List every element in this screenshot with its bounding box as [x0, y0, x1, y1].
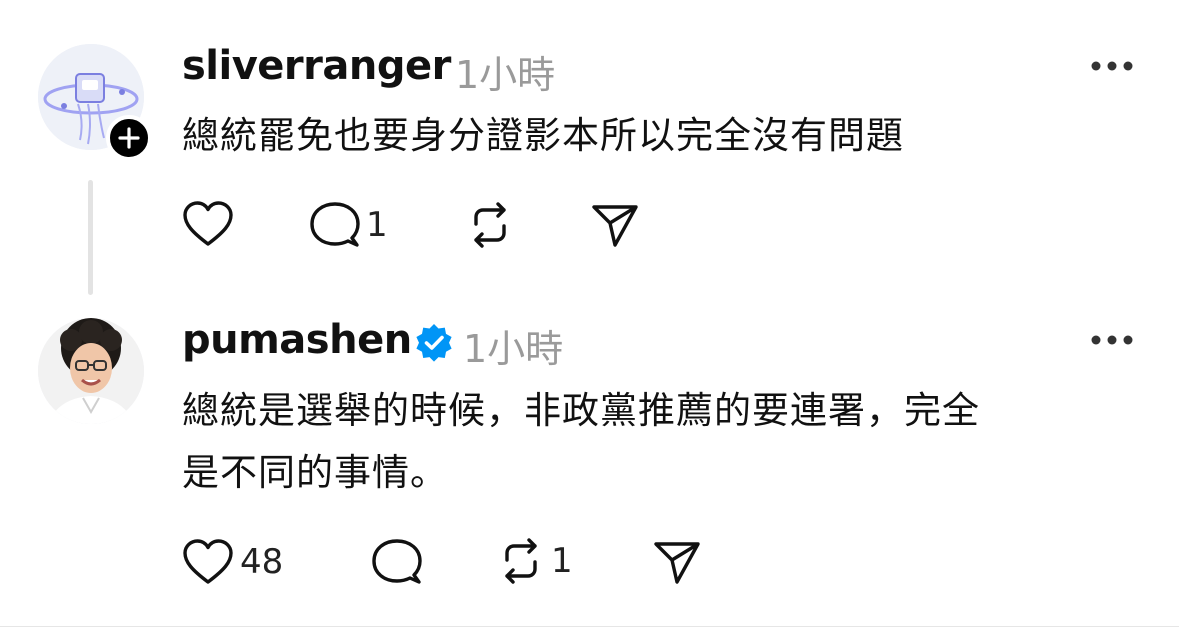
repost-button[interactable] [466, 200, 520, 250]
username[interactable]: pumashen [182, 317, 412, 363]
reply-button[interactable]: 1 [308, 201, 388, 249]
post-text: 總統罷免也要身分證影本所以完全沒有問題 [182, 114, 904, 157]
post-text-line-2: 是不同的事情。 [182, 451, 448, 494]
share-button[interactable] [590, 201, 640, 249]
share-icon [654, 542, 700, 584]
more-icon[interactable] [1090, 60, 1134, 72]
share-icon [592, 205, 638, 247]
repost-button[interactable]: 1 [497, 536, 573, 586]
reply-button[interactable] [370, 538, 428, 586]
thread-line [88, 180, 93, 295]
divider [0, 626, 1179, 627]
verified-icon [416, 324, 452, 362]
comment-icon [310, 202, 360, 247]
like-button[interactable]: 48 [182, 538, 283, 586]
avatar-image [38, 318, 144, 424]
comment-icon [372, 539, 422, 584]
repost-icon [505, 538, 537, 584]
heart-icon [183, 539, 233, 584]
follow-plus-button[interactable] [106, 115, 152, 161]
share-button[interactable] [652, 538, 702, 586]
reply-count: 1 [366, 205, 388, 245]
avatar[interactable] [38, 318, 144, 424]
reply-post-2: pumashen 1小時 總統是選舉的時候，非政黨推薦的要連署，完全 是不同的事… [0, 300, 1179, 626]
timestamp: 1小時 [463, 327, 564, 371]
heart-icon [183, 201, 233, 246]
like-button[interactable] [182, 200, 240, 248]
username[interactable]: sliverranger [182, 43, 451, 89]
reply-post-1: sliverranger 1小時 總統罷免也要身分證影本所以完全沒有問題 1 [0, 0, 1179, 300]
like-count: 48 [240, 542, 284, 582]
post-text-line-1: 總統是選舉的時候，非政黨推薦的要連署，完全 [182, 389, 980, 432]
plus-icon [118, 127, 140, 149]
timestamp: 1小時 [455, 53, 556, 97]
more-icon[interactable] [1090, 334, 1134, 346]
repost-count: 1 [551, 541, 573, 581]
repost-icon [474, 202, 506, 248]
